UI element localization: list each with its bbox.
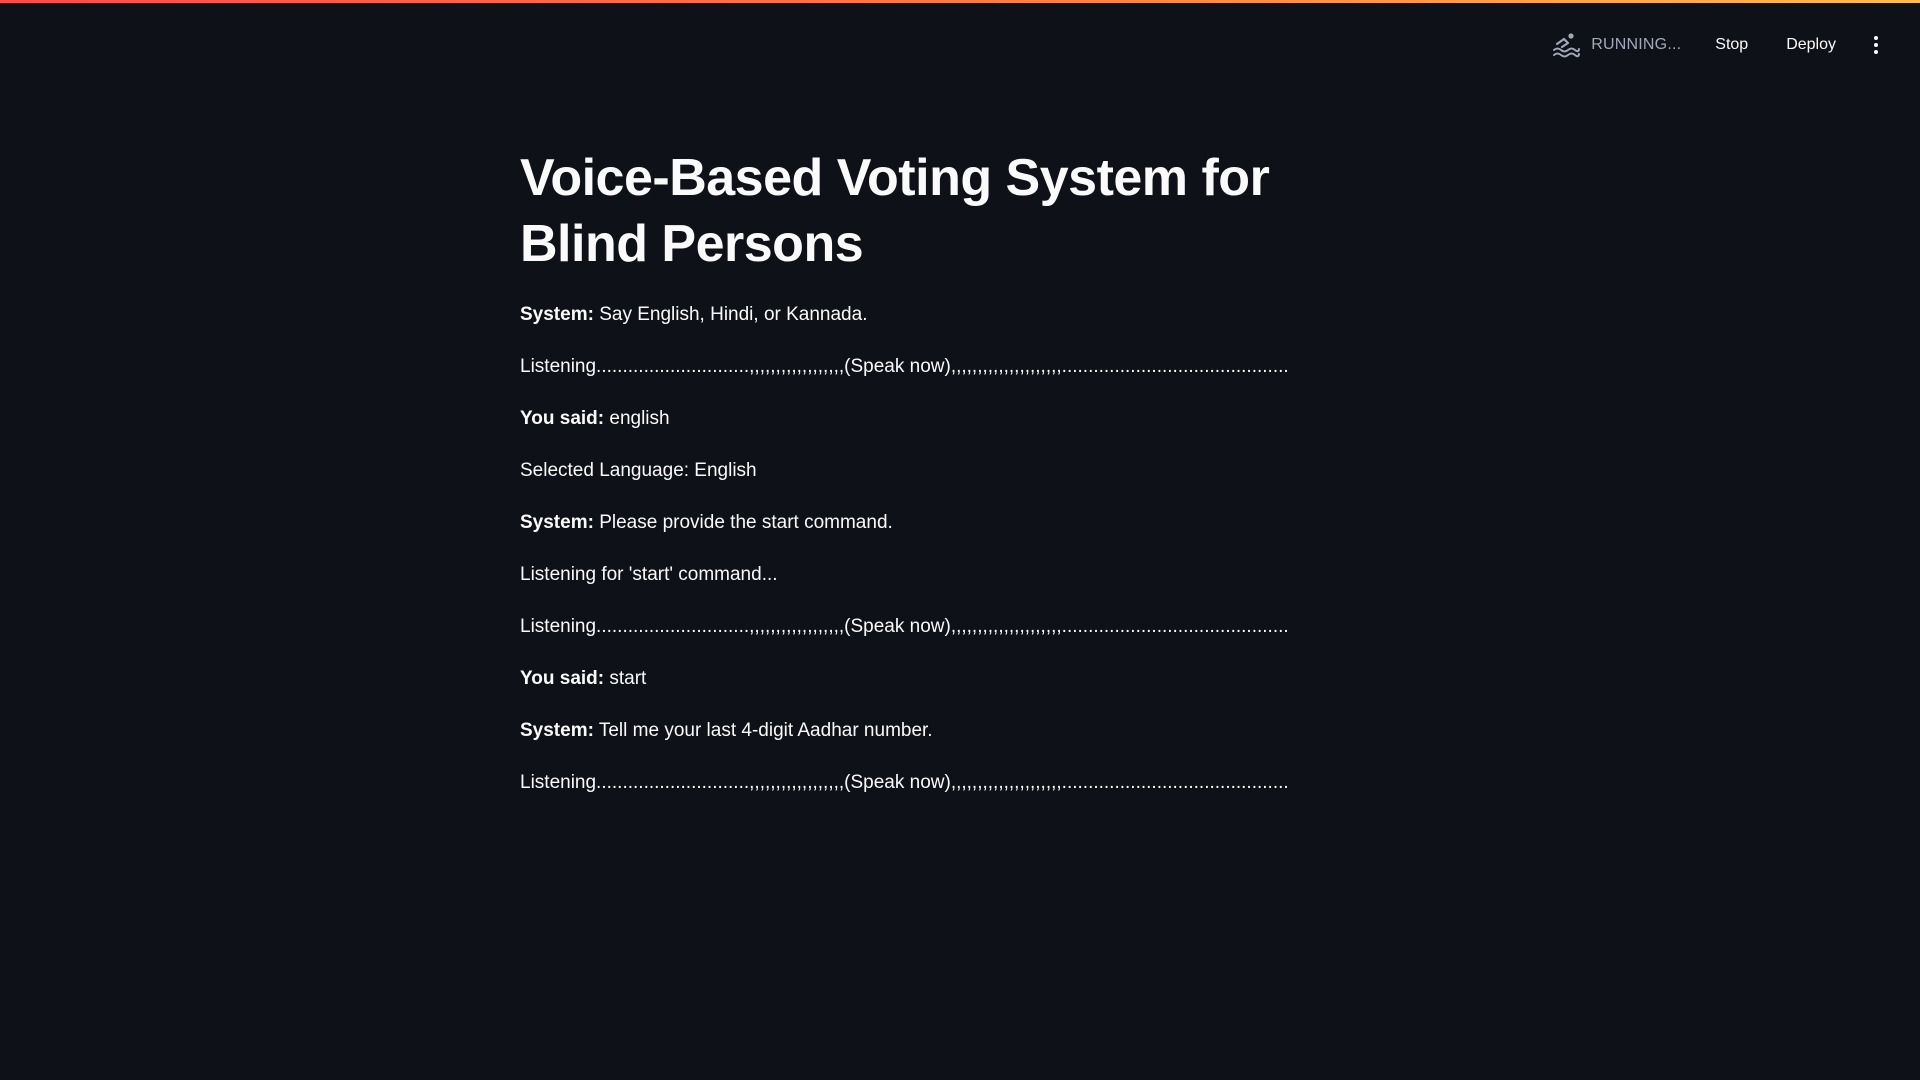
deploy-button[interactable]: Deploy [1778,30,1844,60]
message-text: Listening for 'start' command... [520,564,778,585]
message-text: Say English, Hindi, or Kannada. [593,304,868,325]
message-text: Selected Language: English [520,460,757,481]
running-status: RUNNING... [1551,30,1681,60]
message-prefix: You said: [520,668,605,689]
message-line: You said: english [520,407,1400,431]
swimmer-icon [1553,33,1581,58]
main-content: Voice-Based Voting System for Blind Pers… [520,145,1400,823]
page-title: Voice-Based Voting System for Blind Pers… [520,149,1270,273]
app-toolbar: RUNNING... Stop Deploy [1551,28,1890,62]
message-prefix: System: [520,512,594,533]
message-text: start [604,668,647,689]
message-line: Listening.............................,,… [520,615,1400,639]
more-vertical-icon[interactable] [1862,28,1890,62]
stop-button[interactable]: Stop [1707,30,1756,60]
message-text: Please provide the start command. [593,512,893,533]
message-line: System: Say English, Hindi, or Kannada. [520,303,1400,327]
message-line: Selected Language: English [520,459,1400,483]
message-line: System: Tell me your last 4-digit Aadhar… [520,719,1400,743]
message-prefix: You said: [520,408,605,429]
message-text: english [604,408,670,429]
message-line: Listening.............................,,… [520,771,1400,795]
message-text: Listening.............................,,… [520,356,1289,377]
message-line: Listening for 'start' command... [520,563,1400,587]
top-decoration-bar [0,0,1920,3]
message-line: You said: start [520,667,1400,691]
message-line: System: Please provide the start command… [520,511,1400,535]
message-text: Tell me your last 4-digit Aadhar number. [593,720,933,741]
message-text: Listening.............................,,… [520,772,1289,793]
status-label: RUNNING... [1591,36,1682,53]
message-text: Listening.............................,,… [520,616,1289,637]
message-line: Listening.............................,,… [520,355,1400,379]
message-prefix: System: [520,304,594,325]
message-prefix: System: [520,720,594,741]
